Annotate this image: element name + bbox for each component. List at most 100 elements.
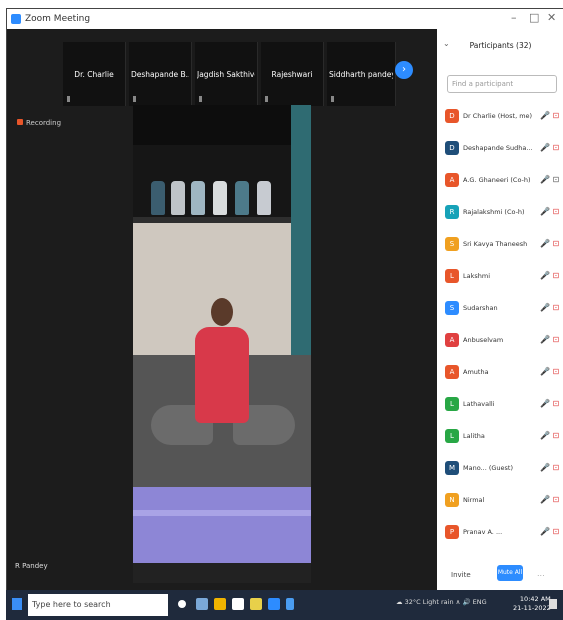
mic-camera-icons[interactable]: 🎤 ⊡ <box>540 175 559 184</box>
minimize-button[interactable]: – <box>511 11 517 24</box>
participant-thumbnail[interactable]: Deshapande B... <box>129 42 192 106</box>
zoom-app-icon <box>11 14 21 24</box>
avatar: D <box>445 141 459 155</box>
mic-icon <box>265 96 268 102</box>
participant-row[interactable]: D Dr Charlie (Host, me) 🎤 ⊡ <box>445 107 563 127</box>
invite-button[interactable]: Invite <box>451 571 471 579</box>
mic-camera-icons[interactable]: 🎤 ⊡ <box>540 495 559 504</box>
mic-camera-icons[interactable]: 🎤 ⊡ <box>540 303 559 312</box>
mic-camera-icons[interactable]: 🎤 ⊡ <box>540 463 559 472</box>
jar-shape <box>213 181 227 215</box>
video-dark-area <box>133 105 311 145</box>
participant-row[interactable]: M Mano... (Guest) 🎤 ⊡ <box>445 459 563 479</box>
participant-name: Nirmal <box>463 496 485 504</box>
participant-name: Lathavalli <box>463 400 495 408</box>
avatar: S <box>445 301 459 315</box>
participant-name: Sudarshan <box>463 304 498 312</box>
jar-shape <box>257 181 271 215</box>
participant-row[interactable]: S Sri Kavya Thaneesh 🎤 ⊡ <box>445 235 563 255</box>
window-title: Zoom Meeting <box>25 14 91 24</box>
mic-camera-icons[interactable]: 🎤 ⊡ <box>540 271 559 280</box>
store-icon[interactable] <box>232 598 244 610</box>
notification-icon[interactable] <box>549 599 557 609</box>
maximize-button[interactable]: □ <box>529 11 539 24</box>
participant-thumbnail[interactable]: Dr. Charlie <box>63 42 126 106</box>
clock-date: 21-11-2022 <box>513 604 551 612</box>
mic-camera-icons[interactable]: 🎤 ⊡ <box>540 527 559 536</box>
participant-name: Mano... (Guest) <box>463 464 514 472</box>
record-icon <box>17 119 23 125</box>
participant-row[interactable]: A Anbuselvam 🎤 ⊡ <box>445 331 563 351</box>
avatar: L <box>445 397 459 411</box>
clock-time: 10:42 AM <box>519 595 551 603</box>
more-options-button[interactable]: ... <box>537 569 545 578</box>
chrome-icon[interactable] <box>250 598 262 610</box>
mic-camera-icons[interactable]: 🎤 ⊡ <box>540 111 559 120</box>
avatar: A <box>445 365 459 379</box>
mic-camera-icons[interactable]: 🎤 ⊡ <box>540 335 559 344</box>
participant-row[interactable]: A A.G. Ghaneeri (Co-h) 🎤 ⊡ <box>445 171 563 191</box>
participant-name: A.G. Ghaneeri (Co-h) <box>463 176 531 184</box>
mic-camera-icons[interactable]: 🎤 ⊡ <box>540 207 559 216</box>
windows-start-icon[interactable] <box>12 598 22 610</box>
mic-camera-icons[interactable]: 🎤 ⊡ <box>540 143 559 152</box>
avatar: D <box>445 109 459 123</box>
participant-row[interactable]: L Lathavalli 🎤 ⊡ <box>445 395 563 415</box>
mic-camera-icons[interactable]: 🎤 ⊡ <box>540 399 559 408</box>
thumbnail-name: Siddharth pandey <box>329 70 393 79</box>
participant-search-input[interactable]: Find a participant <box>447 75 557 93</box>
avatar: R <box>445 205 459 219</box>
participant-name: Pranav A. ... <box>463 528 503 536</box>
thumbnail-name: Jagdish Sakthivel <box>197 70 255 79</box>
close-button[interactable]: ✕ <box>547 11 556 24</box>
participant-row[interactable]: A Amutha 🎤 ⊡ <box>445 363 563 383</box>
taskbar-search-input[interactable]: Type here to search <box>28 594 168 616</box>
system-tray[interactable]: ☁ 32°C Light rain ∧ 🔊 ENG <box>396 598 487 606</box>
mic-camera-icons[interactable]: 🎤 ⊡ <box>540 239 559 248</box>
zoom-window: Zoom Meeting – □ ✕ Dr. Charlie Deshapand… <box>6 8 563 592</box>
next-page-button[interactable]: › <box>395 61 413 79</box>
participant-name: Sri Kavya Thaneesh <box>463 240 528 248</box>
participant-name: Anbuselvam <box>463 336 504 344</box>
video-thumbnail-strip: Dr. Charlie Deshapande B... Jagdish Sakt… <box>63 42 396 106</box>
participant-thumbnail[interactable]: Jagdish Sakthivel <box>195 42 258 106</box>
recording-indicator[interactable]: Recording <box>17 119 61 127</box>
avatar: S <box>445 237 459 251</box>
jar-shape <box>235 181 249 215</box>
person-body <box>195 327 249 423</box>
participant-name: Amutha <box>463 368 489 376</box>
avatar: P <box>445 525 459 539</box>
participant-row[interactable]: S Sudarshan 🎤 ⊡ <box>445 299 563 319</box>
participant-row[interactable]: P Pranav A. ... 🎤 ⊡ <box>445 523 563 543</box>
task-view-icon[interactable] <box>196 598 208 610</box>
word-icon[interactable] <box>286 598 294 610</box>
mic-camera-icons[interactable]: 🎤 ⊡ <box>540 367 559 376</box>
zoom-taskbar-icon[interactable] <box>268 598 280 610</box>
participant-thumbnail[interactable]: Siddharth pandey <box>327 42 396 106</box>
active-speaker-video <box>133 105 311 583</box>
thumbnail-name: Rajeshwari <box>271 70 313 79</box>
mic-icon <box>67 96 70 102</box>
self-view-name: R Pandey <box>15 562 48 570</box>
participant-name: Lakshmi <box>463 272 491 280</box>
clock[interactable]: 10:42 AM 21-11-2022 <box>513 595 551 613</box>
participant-row[interactable]: N Nirmal 🎤 ⊡ <box>445 491 563 511</box>
avatar: M <box>445 461 459 475</box>
mic-icon <box>331 96 334 102</box>
mic-icon <box>133 96 136 102</box>
participant-row[interactable]: L Lalitha 🎤 ⊡ <box>445 427 563 447</box>
participants-panel: ⌄ Participants (32) Find a participant D… <box>437 29 563 591</box>
mute-all-button[interactable]: Mute All <box>497 565 523 581</box>
mic-camera-icons[interactable]: 🎤 ⊡ <box>540 431 559 440</box>
thumbnail-name: Deshapande B... <box>131 70 189 79</box>
recording-label: Recording <box>26 119 62 127</box>
cortana-icon[interactable] <box>178 600 186 608</box>
participant-row[interactable]: R Rajalakshmi (Co-h) 🎤 ⊡ <box>445 203 563 223</box>
file-explorer-icon[interactable] <box>214 598 226 610</box>
mat-stripe <box>133 510 311 516</box>
participant-row[interactable]: D Deshapande Sudha... (Co-h) 🎤 ⊡ <box>445 139 563 159</box>
participant-row[interactable]: L Lakshmi 🎤 ⊡ <box>445 267 563 287</box>
participant-name: Deshapande Sudha... (Co-h) <box>463 144 533 152</box>
participant-thumbnail[interactable]: Rajeshwari <box>261 42 324 106</box>
avatar: A <box>445 173 459 187</box>
